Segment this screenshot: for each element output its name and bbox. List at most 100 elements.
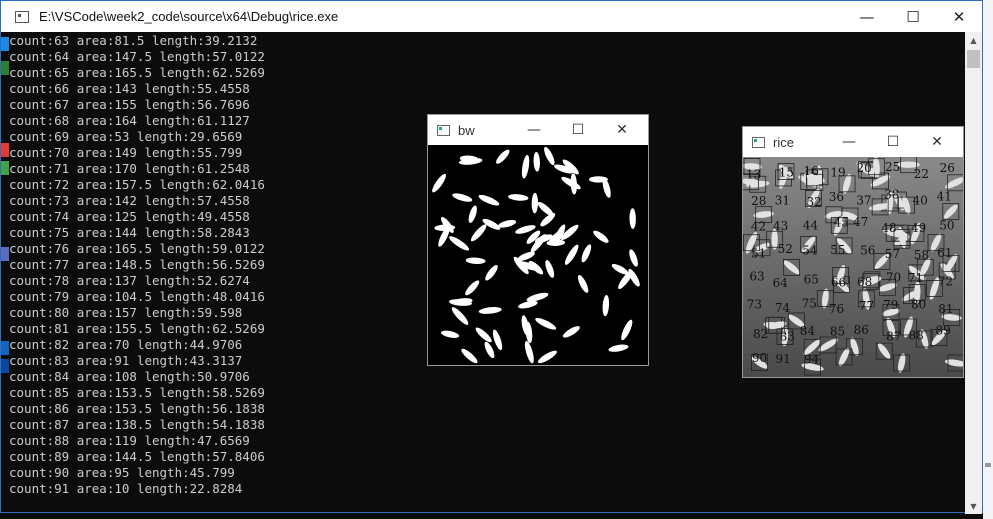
desktop-icon-fragment: [1, 37, 9, 51]
bw-maximize-button[interactable]: ☐: [556, 115, 600, 145]
console-title: E:\VSCode\week2_code\source\x64\Debug\ri…: [39, 9, 339, 24]
rice-label: 64: [773, 276, 789, 290]
console-titlebar[interactable]: E:\VSCode\week2_code\source\x64\Debug\ri…: [1, 1, 982, 32]
rice-label: 68: [857, 275, 872, 289]
rice-label: 79: [883, 298, 898, 312]
console-line: count:80 area:157 length:59.598: [9, 305, 243, 320]
rice-label: 61: [937, 246, 952, 260]
bw-window: bw — ☐ ✕: [427, 114, 649, 366]
rice-close-button[interactable]: ✕: [915, 127, 959, 157]
console-line: count:76 area:165.5 length:59.0122: [9, 241, 265, 256]
desktop-icon-fragment: [1, 161, 9, 175]
maximize-button[interactable]: ☐: [890, 1, 936, 32]
console-line: count:88 area:119 length:47.6569: [9, 433, 250, 448]
rice-label: 70: [886, 271, 901, 285]
rice-title: rice: [773, 134, 794, 150]
bw-close-button[interactable]: ✕: [600, 115, 644, 145]
rice-label: 20: [857, 161, 872, 175]
rice-label: 57: [885, 247, 900, 261]
bw-image: [428, 145, 648, 365]
rice-minimize-button[interactable]: —: [827, 127, 871, 157]
rice-label: 40: [912, 194, 927, 208]
rice-titlebar[interactable]: rice — ☐ ✕: [743, 127, 963, 157]
rice-maximize-button[interactable]: ☐: [871, 127, 915, 157]
rice-label: 66: [831, 276, 846, 290]
console-line: count:66 area:143 length:55.4558: [9, 81, 250, 96]
console-scrollbar[interactable]: ▲ ▼: [965, 32, 982, 514]
rice-label: 85: [830, 325, 845, 339]
desktop-icon-fragment: [1, 143, 9, 157]
desktop-icon-fragment: [1, 247, 9, 261]
rice-label: 91: [775, 352, 790, 366]
desktop-icon-fragment: [1, 61, 9, 75]
rice-label: 28: [751, 194, 766, 208]
console-line: count:91 area:10 length:22.8284: [9, 481, 243, 496]
console-line: count:78 area:137 length:52.6274: [9, 273, 250, 288]
console-line: count:69 area:53 length:29.6569: [9, 129, 243, 144]
rice-label: 80: [911, 297, 926, 311]
desktop-edge: [983, 0, 993, 519]
rice-label: 74: [775, 301, 791, 315]
close-button[interactable]: ✕: [936, 1, 982, 32]
console-line: count:68 area:164 length:61.1127: [9, 113, 250, 128]
console-line: count:90 area:95 length:45.799: [9, 465, 235, 480]
rice-label: 19: [830, 165, 845, 179]
bw-minimize-button[interactable]: —: [512, 115, 556, 145]
console-line: count:64 area:147.5 length:57.0122: [9, 49, 265, 64]
console-line: count:79 area:104.5 length:48.0416: [9, 289, 265, 304]
console-line: count:65 area:165.5 length:62.5269: [9, 65, 265, 80]
scroll-thumb[interactable]: [967, 50, 980, 68]
console-line: count:70 area:149 length:55.799: [9, 145, 243, 160]
rice-label: 72: [938, 274, 953, 288]
rice-label: 22: [914, 167, 929, 181]
rice-label: 56: [860, 243, 875, 257]
scroll-down-icon[interactable]: ▼: [965, 498, 982, 514]
console-line: count:73 area:142 length:57.4558: [9, 193, 250, 208]
console-line: count:72 area:157.5 length:62.0416: [9, 177, 265, 192]
rice-label: 94: [804, 352, 820, 366]
rice-label: 44: [803, 218, 819, 232]
rice-label: 26: [940, 161, 955, 175]
rice-label: 49: [911, 221, 926, 235]
minimize-button[interactable]: —: [844, 1, 890, 32]
desktop-icon-fragment: [1, 341, 9, 355]
rice-label: 15: [779, 165, 794, 179]
rice-label: 87: [886, 329, 901, 343]
rice-label: 86: [854, 323, 869, 337]
rice-label: 16: [804, 164, 819, 178]
console-line: count:84 area:108 length:50.9706: [9, 369, 250, 384]
rice-label: 47: [853, 215, 868, 229]
rice-label: 77: [859, 299, 874, 313]
console-line: count:82 area:70 length:44.9706: [9, 337, 243, 352]
rice-label: 54: [802, 244, 818, 258]
console-output: count:63 area:81.5 length:39.2132 count:6…: [9, 33, 265, 497]
scroll-up-icon[interactable]: ▲: [965, 32, 982, 48]
bw-title: bw: [458, 122, 475, 138]
bw-titlebar[interactable]: bw — ☐ ✕: [428, 115, 648, 145]
rice-label: 41: [937, 189, 952, 203]
rice-label: 75: [802, 297, 817, 311]
rice-label: 31: [775, 193, 790, 207]
rice-label: 58: [914, 248, 929, 262]
rice-window: rice — ☐ ✕ 13 15 16 19 20 25 22 26 28 31 32 36 37 38 4…: [742, 126, 964, 378]
rice-app-icon: [752, 136, 765, 148]
rice-label: 51: [751, 247, 766, 261]
rice-label: 83: [780, 329, 795, 343]
rice-label: 76: [829, 302, 844, 316]
console-line: count:87 area:138.5 length:54.1838: [9, 417, 265, 432]
console-line: count:75 area:144 length:58.2843: [9, 225, 250, 240]
console-line: count:74 area:125 length:49.4558: [9, 209, 250, 224]
desktop-icon-fragment: [1, 359, 9, 373]
rice-label: 42: [751, 219, 766, 233]
rice-label: 81: [938, 302, 953, 316]
rice-label: 88: [908, 328, 923, 342]
rice-label: 45: [834, 215, 849, 229]
rice-label: 73: [747, 298, 762, 312]
bw-app-icon: [437, 124, 450, 136]
console-line: count:83 area:91 length:43.3137: [9, 353, 243, 368]
console-line: count:71 area:170 length:61.2548: [9, 161, 250, 176]
rice-label: 36: [829, 190, 844, 204]
rice-label: 63: [749, 270, 764, 284]
console-line: count:77 area:148.5 length:56.5269: [9, 257, 265, 272]
console-line: count:67 area:155 length:56.7696: [9, 97, 250, 112]
